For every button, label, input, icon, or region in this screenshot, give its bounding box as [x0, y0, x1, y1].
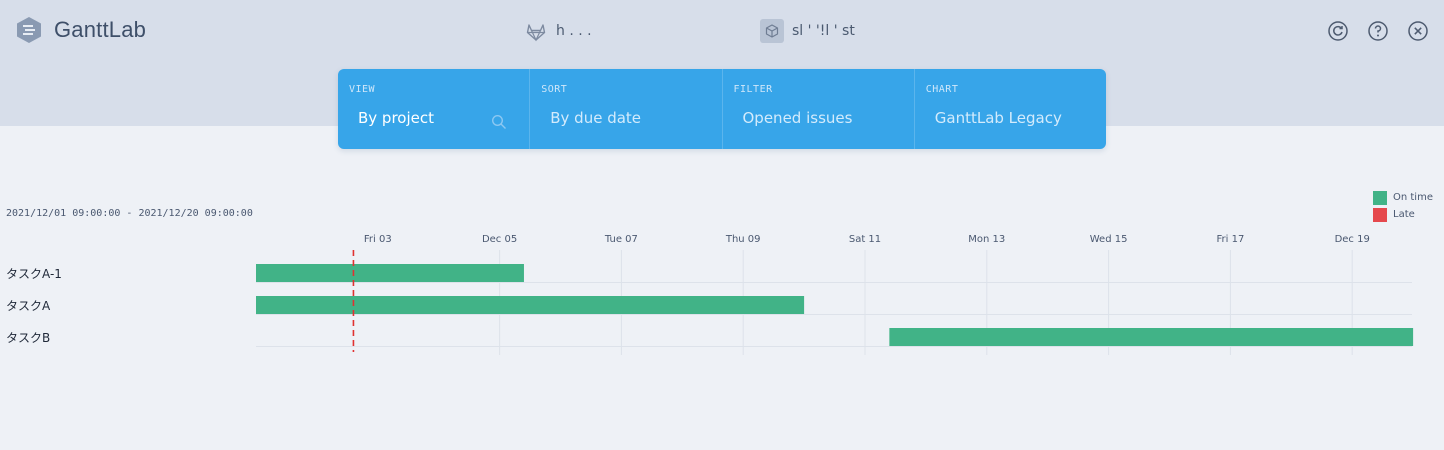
tick-label: Dec 05	[482, 234, 517, 245]
task-bar[interactable]	[256, 264, 524, 282]
tick-label: Tue 07	[604, 234, 638, 245]
tick-label: Mon 13	[968, 234, 1005, 245]
tick-label: Wed 15	[1090, 234, 1128, 245]
task-bar[interactable]	[256, 296, 805, 314]
tick-label: Thu 09	[725, 234, 761, 245]
task-bar[interactable]	[889, 328, 1414, 346]
tick-label: Dec 19	[1335, 234, 1370, 245]
gantt-chart: Fri 03 Dec 05 Tue 07 Thu 09 Sat 11 Mon 13 Wed …	[256, 234, 1414, 355]
tick-label: Sat 11	[849, 234, 881, 245]
tick-label: Fri 03	[364, 234, 392, 245]
tick-label: Fri 17	[1216, 234, 1244, 245]
